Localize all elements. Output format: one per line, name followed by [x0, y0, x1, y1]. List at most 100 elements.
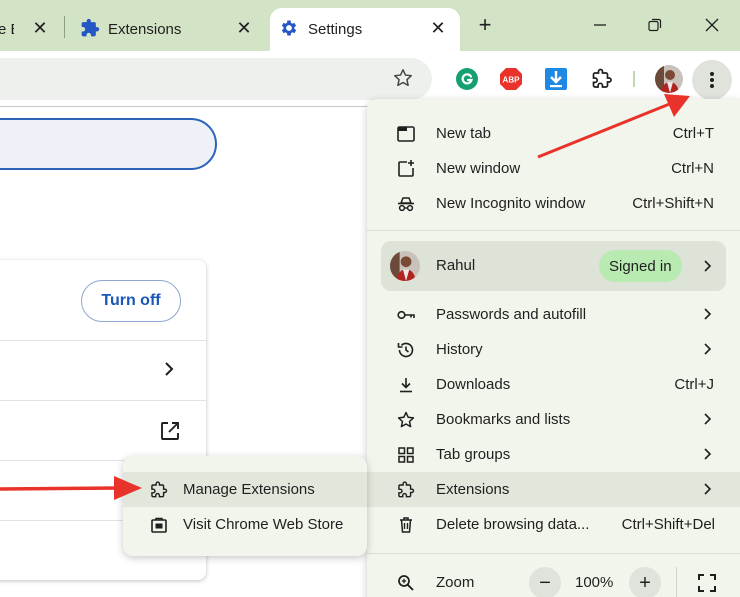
menu-item-delete-browsing-data[interactable]: Delete browsing data... Ctrl+Shift+Del [367, 507, 740, 542]
menu-item-shortcut: Ctrl+Shift+N [632, 195, 714, 212]
submenu-item-manage-extensions[interactable]: Manage Extensions [123, 472, 367, 507]
puzzle-icon [81, 18, 100, 37]
fullscreen-icon[interactable] [697, 573, 717, 593]
extensions-puzzle-icon [398, 481, 415, 498]
menu-item-shortcut: Ctrl+T [672, 125, 714, 142]
download-icon [400, 378, 412, 393]
key-icon [397, 310, 415, 320]
menu-item-shortcut: Ctrl+Shift+Del [621, 516, 715, 533]
menu-separator [367, 553, 740, 554]
chevron-right-icon [704, 413, 712, 425]
minimize-icon [594, 24, 606, 26]
menu-item-label: New tab [436, 125, 492, 142]
submenu-item-label: Manage Extensions [183, 481, 315, 498]
tab-groups-icon [398, 447, 414, 463]
chrome-menu-button[interactable] [692, 60, 732, 100]
bookmark-star-icon[interactable] [392, 67, 414, 89]
gear-icon [281, 20, 297, 36]
chevron-right-icon [704, 343, 712, 355]
tab-title: Settings [308, 21, 363, 38]
download-extension-icon[interactable] [544, 67, 568, 91]
restore-icon [648, 18, 662, 32]
turn-off-button[interactable]: Turn off [81, 280, 181, 322]
star-icon [397, 411, 415, 428]
menu-item-tab-groups[interactable]: Tab groups [367, 437, 740, 472]
menu-item-bookmarks-and-lists[interactable]: Bookmarks and lists [367, 402, 740, 437]
zoom-magnifier-icon [398, 575, 414, 591]
menu-profile-row[interactable]: Rahul Signed in [381, 241, 726, 291]
menu-item-new-tab[interactable]: New tab Ctrl+T [367, 116, 740, 151]
address-bar[interactable] [0, 58, 432, 100]
menu-item-history[interactable]: History [367, 332, 740, 367]
close-tab-icon[interactable]: ✕ [426, 16, 450, 40]
menu-item-passwords-and-autofill[interactable]: Passwords and autofill [367, 297, 740, 332]
profile-avatar[interactable] [655, 65, 683, 93]
zoom-level: 100% [575, 574, 614, 591]
new-tab-icon [397, 126, 415, 142]
menu-item-label: Tab groups [436, 446, 511, 463]
tab-title: Extensions [108, 21, 182, 38]
tab-extensions[interactable]: Extensions ✕ [66, 8, 266, 51]
menu-item-extensions[interactable]: Extensions [367, 472, 740, 507]
menu-item-downloads[interactable]: Downloads Ctrl+J [367, 367, 740, 402]
menu-item-shortcut: Ctrl+J [674, 376, 714, 393]
avatar-image-icon [390, 251, 420, 281]
menu-item-new-window[interactable]: New window Ctrl+N [367, 151, 740, 186]
divider [0, 340, 206, 341]
minimize-button[interactable] [585, 10, 615, 40]
chevron-right-icon [704, 308, 712, 320]
menu-item-label: Delete browsing data... [436, 516, 590, 533]
adblock-plus-icon[interactable]: ABP [499, 67, 523, 91]
menu-item-label: History [436, 341, 483, 358]
close-icon [705, 18, 719, 32]
menu-item-label: Bookmarks and lists [436, 411, 571, 428]
tab-strip: e B ✕ Extensions ✕ Settings ✕ + [0, 0, 740, 51]
chevron-right-icon [704, 448, 712, 460]
extensions-puzzle-icon[interactable] [590, 67, 614, 91]
divider [0, 400, 206, 401]
chevron-right-icon [704, 260, 712, 272]
tab-settings[interactable]: Settings ✕ [270, 8, 460, 51]
open-in-new-icon[interactable] [159, 420, 181, 442]
zoom-in-button[interactable]: + [629, 567, 661, 597]
profile-name: Rahul [436, 257, 476, 274]
history-icon [397, 342, 414, 358]
menu-item-label: Extensions [436, 481, 510, 498]
three-dot-menu-icon [710, 72, 714, 88]
chrome-main-menu: New tab Ctrl+T New window Ctrl+N New Inc… [367, 99, 740, 597]
settings-search-input[interactable] [0, 118, 217, 170]
tab-title: e B [0, 21, 14, 38]
chevron-right-icon[interactable] [160, 360, 178, 378]
close-tab-icon[interactable]: ✕ [232, 16, 256, 40]
grammarly-icon[interactable] [455, 67, 479, 91]
menu-item-new-incognito-window[interactable]: New Incognito window Ctrl+Shift+N [367, 186, 740, 221]
close-tab-icon[interactable]: ✕ [28, 16, 52, 40]
new-window-icon [398, 160, 414, 177]
submenu-item-visit-chrome-web-store[interactable]: Visit Chrome Web Store [123, 507, 367, 542]
web-store-icon [151, 517, 167, 533]
zoom-separator [676, 567, 677, 597]
incognito-icon [398, 197, 414, 212]
restore-button[interactable] [640, 10, 670, 40]
abp-label: ABP [503, 76, 521, 85]
zoom-row: Zoom − 100% + [367, 563, 740, 597]
tab-separator [64, 16, 65, 38]
new-tab-button[interactable]: + [472, 12, 498, 38]
profile-avatar [390, 251, 420, 281]
menu-separator [367, 230, 740, 231]
zoom-out-button[interactable]: − [529, 567, 561, 597]
submenu-item-label: Visit Chrome Web Store [183, 516, 344, 533]
chevron-right-icon [704, 483, 712, 495]
menu-item-shortcut: Ctrl+N [671, 160, 714, 177]
zoom-label: Zoom [436, 574, 475, 591]
menu-item-label: New window [436, 160, 521, 177]
menu-item-label: Passwords and autofill [436, 306, 587, 323]
toolbar-separator [633, 71, 635, 87]
avatar-image-icon [655, 65, 683, 93]
trash-icon [400, 517, 412, 533]
tab-partial[interactable]: e B ✕ [0, 8, 60, 51]
close-window-button[interactable] [697, 10, 727, 40]
signed-in-badge: Signed in [599, 250, 682, 282]
menu-item-label: New Incognito window [436, 195, 586, 212]
extensions-submenu: Manage Extensions Visit Chrome Web Store [123, 456, 367, 556]
